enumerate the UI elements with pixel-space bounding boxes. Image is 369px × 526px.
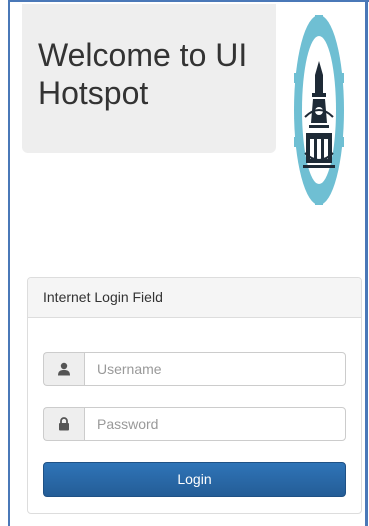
username-input[interactable] — [84, 352, 346, 386]
window-frame-top — [8, 0, 369, 2]
login-panel: Internet Login Field Login — [27, 277, 362, 514]
lock-icon — [43, 407, 84, 441]
username-input-group — [43, 352, 346, 386]
login-button[interactable]: Login — [43, 462, 346, 497]
welcome-jumbotron: Welcome to UI Hotspot — [22, 4, 276, 153]
window-frame-right — [365, 0, 368, 526]
password-input[interactable] — [84, 407, 346, 441]
user-icon — [43, 352, 84, 386]
university-seal-logo — [294, 15, 344, 205]
password-input-group — [43, 407, 346, 441]
window-frame-left — [8, 0, 10, 526]
welcome-title: Welcome to UI Hotspot — [38, 37, 248, 111]
panel-heading: Internet Login Field — [28, 278, 361, 318]
